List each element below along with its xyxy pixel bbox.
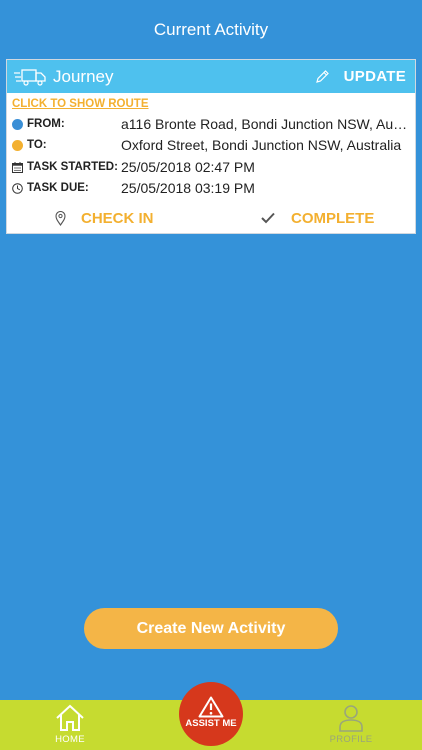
task-due-row: TASK DUE: 25/05/2018 03:19 PM xyxy=(7,178,415,198)
task-due-value: 25/05/2018 03:19 PM xyxy=(121,180,255,196)
person-icon xyxy=(339,705,363,732)
create-activity-button[interactable]: Create New Activity xyxy=(84,608,338,649)
from-label: FROM: xyxy=(27,118,65,130)
page-title: Current Activity xyxy=(153,20,269,39)
check-in-button[interactable]: CHECK IN xyxy=(55,205,154,231)
card-title: Journey xyxy=(53,66,114,86)
complete-label: COMPLETE xyxy=(291,209,375,227)
activity-card: Journey UPDATE CLICK TO SHOW ROUTE FROM:… xyxy=(6,59,416,234)
tab-profile-label: PROFILE xyxy=(329,734,373,745)
update-button[interactable]: UPDATE xyxy=(315,68,406,85)
card-header: Journey UPDATE xyxy=(7,60,415,93)
tab-home-label: HOME xyxy=(55,734,85,745)
pencil-icon xyxy=(315,70,329,83)
warning-icon xyxy=(198,696,224,717)
update-label: UPDATE xyxy=(343,68,406,85)
card-actions: CHECK IN COMPLETE xyxy=(7,205,415,231)
task-due-label: TASK DUE: xyxy=(27,182,89,194)
show-route-link[interactable]: CLICK TO SHOW ROUTE xyxy=(12,98,149,110)
to-label: TO: xyxy=(27,139,47,151)
tab-profile[interactable]: PROFILE xyxy=(316,704,386,750)
check-in-label: CHECK IN xyxy=(81,209,154,227)
assist-me-label: ASSIST ME xyxy=(185,717,237,729)
to-dot-icon xyxy=(12,139,23,151)
complete-button[interactable]: COMPLETE xyxy=(261,205,374,231)
task-started-label: TASK STARTED: xyxy=(27,161,118,173)
from-value: a116 Bronte Road, Bondi Junction NSW, Au… xyxy=(121,116,411,132)
location-pin-icon xyxy=(55,210,66,226)
task-started-value: 25/05/2018 02:47 PM xyxy=(121,159,255,175)
task-started-row: TASK STARTED: 25/05/2018 02:47 PM xyxy=(7,157,415,177)
tab-home[interactable]: HOME xyxy=(35,704,105,750)
calendar-icon xyxy=(12,161,23,173)
to-value: Oxford Street, Bondi Junction NSW, Austr… xyxy=(121,137,402,153)
clock-icon xyxy=(12,182,23,194)
from-row: FROM: a116 Bronte Road, Bondi Junction N… xyxy=(7,114,415,134)
checkmark-icon xyxy=(261,212,275,224)
assist-me-button[interactable]: ASSIST ME xyxy=(179,682,243,746)
home-icon xyxy=(56,704,84,731)
truck-icon xyxy=(14,68,46,86)
from-dot-icon xyxy=(12,118,23,130)
to-row: TO: Oxford Street, Bondi Junction NSW, A… xyxy=(7,135,415,155)
